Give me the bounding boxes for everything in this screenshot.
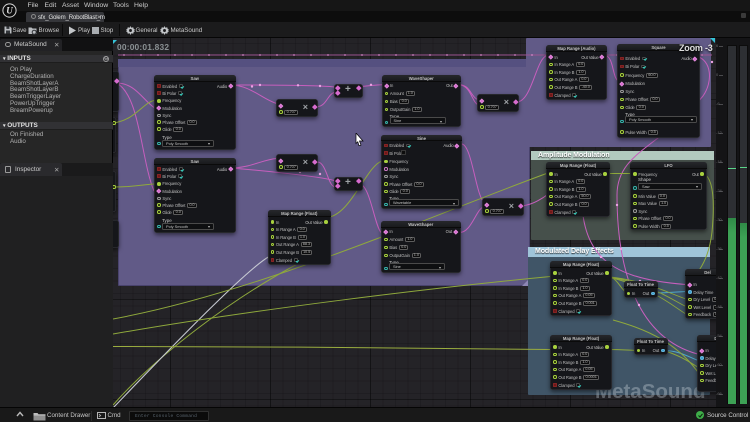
svg-text:U: U — [6, 5, 13, 15]
